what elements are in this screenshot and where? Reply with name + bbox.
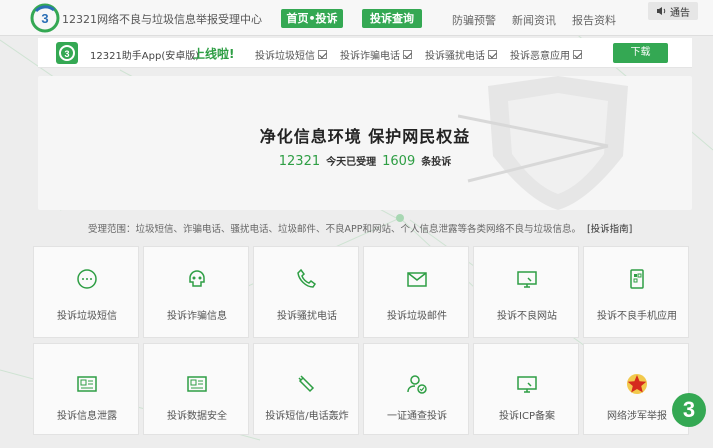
- scope-description: 受理范围：垃圾短信、诈骗电话、骚扰电话、垃圾邮件、不良APP和网站、个人信息泄露…: [88, 224, 581, 235]
- nav-fraud-warning[interactable]: 防骗预警: [452, 12, 496, 28]
- accepted-today-label: 今天已受理: [326, 157, 377, 168]
- app-online-text: 上线啦!: [193, 47, 235, 61]
- total-count: 12321: [278, 154, 321, 169]
- mail-icon: [407, 272, 427, 287]
- tile-label: 投诉不良网站: [497, 311, 557, 322]
- tile-label: 投诉信息泄露: [57, 411, 117, 422]
- bomb-icon: [298, 375, 315, 393]
- nav-news[interactable]: 新闻资讯: [512, 12, 556, 28]
- app-link-fraud-call[interactable]: 投诉诈骗电话: [340, 47, 412, 62]
- tile-label: 投诉骚扰电话: [277, 311, 337, 322]
- today-count: 1609: [382, 154, 416, 169]
- tile-label: 投诉ICP备案: [499, 411, 555, 422]
- tile-fraud-info[interactable]: 投诉诈骗信息: [143, 246, 249, 338]
- tile-label: 投诉垃圾短信: [57, 311, 117, 322]
- app-link-label: 投诉骚扰电话: [425, 51, 485, 62]
- tile-military-report[interactable]: 网络涉军举报: [583, 343, 689, 435]
- nav-complaint-query[interactable]: 投诉查询: [362, 9, 422, 28]
- checkbox-icon: [318, 50, 327, 59]
- notice-label: 通告: [670, 7, 690, 19]
- svg-text:3: 3: [41, 11, 48, 26]
- monitor-icon: [517, 376, 537, 393]
- id-card-icon: [187, 376, 207, 392]
- tile-harass-call[interactable]: 投诉骚扰电话: [253, 246, 359, 338]
- checkbox-icon: [403, 50, 412, 59]
- app-link-malicious-app[interactable]: 投诉恶意应用: [510, 47, 582, 62]
- hero-title: 净化信息环境 保护网民权益: [259, 127, 471, 146]
- app-promo-bar: 3 12321助手App(安卓版) 上线啦! 投诉垃圾短信 投诉诈骗电话 投诉骚…: [38, 38, 692, 68]
- tile-icp-filing[interactable]: 投诉ICP备案: [473, 343, 579, 435]
- tile-label: 投诉数据安全: [167, 411, 227, 422]
- speaker-icon: [657, 7, 666, 15]
- app-link-harass-call[interactable]: 投诉骚扰电话: [425, 47, 497, 62]
- hero-banner: 净化信息环境 保护网民权益 12321 今天已受理 1609 条投诉: [38, 76, 692, 210]
- tile-bad-app[interactable]: 投诉不良手机应用: [583, 246, 689, 338]
- tile-label: 投诉垃圾邮件: [387, 311, 447, 322]
- step-number-badge: 3: [672, 393, 706, 427]
- tile-label: 投诉诈骗信息: [167, 311, 227, 322]
- tile-bad-website[interactable]: 投诉不良网站: [473, 246, 579, 338]
- tile-label: 投诉短信/电话轰炸: [265, 411, 349, 422]
- complaint-guide-link[interactable]: [投诉指南]: [587, 224, 632, 235]
- checkbox-icon: [488, 50, 497, 59]
- user-check-icon: [407, 375, 427, 394]
- nav-reports[interactable]: 报告资料: [572, 12, 616, 28]
- app-link-spam-sms[interactable]: 投诉垃圾短信: [255, 47, 327, 62]
- monitor-icon: [517, 271, 537, 288]
- tile-spam-sms[interactable]: 投诉垃圾短信: [33, 246, 139, 338]
- app-logo-icon: 3: [56, 42, 78, 64]
- app-name: 12321助手App(安卓版): [90, 51, 200, 62]
- tile-label: 投诉不良手机应用: [597, 311, 677, 322]
- id-card-icon: [77, 376, 97, 392]
- tile-sms-call-bombing[interactable]: 投诉短信/电话轰炸: [253, 343, 359, 435]
- tile-label: 一证通查投诉: [387, 411, 447, 422]
- app-link-label: 投诉垃圾短信: [255, 51, 315, 62]
- checkbox-icon: [573, 50, 582, 59]
- hero-stats: 12321 今天已受理 1609 条投诉: [38, 153, 692, 169]
- skull-icon: [189, 270, 205, 287]
- tile-id-query[interactable]: 一证通查投诉: [363, 343, 469, 435]
- top-header: 3 12321网络不良与垃圾信息举报受理中心 首页•投诉 投诉查询 防骗预警 新…: [0, 0, 713, 36]
- complaints-label: 条投诉: [421, 157, 452, 168]
- site-title[interactable]: 12321网络不良与垃圾信息举报受理中心: [62, 11, 262, 27]
- download-button[interactable]: 下载: [613, 43, 668, 63]
- app-link-label: 投诉诈骗电话: [340, 51, 400, 62]
- notice-button[interactable]: 通告: [648, 2, 698, 20]
- chat-bubble-icon: [77, 269, 97, 289]
- svg-text:3: 3: [64, 49, 69, 59]
- site-logo-icon[interactable]: 3: [30, 3, 60, 33]
- star-emblem-icon: [627, 374, 647, 394]
- tile-spam-mail[interactable]: 投诉垃圾邮件: [363, 246, 469, 338]
- app-link-label: 投诉恶意应用: [510, 51, 570, 62]
- tile-info-leak[interactable]: 投诉信息泄露: [33, 343, 139, 435]
- nav-home-complaint[interactable]: 首页•投诉: [281, 9, 343, 28]
- scope-text: 受理范围：垃圾短信、诈骗电话、骚扰电话、垃圾邮件、不良APP和网站、个人信息泄露…: [88, 221, 632, 235]
- phone-app-icon: [630, 269, 644, 289]
- phone-icon: [297, 268, 317, 288]
- tile-data-security[interactable]: 投诉数据安全: [143, 343, 249, 435]
